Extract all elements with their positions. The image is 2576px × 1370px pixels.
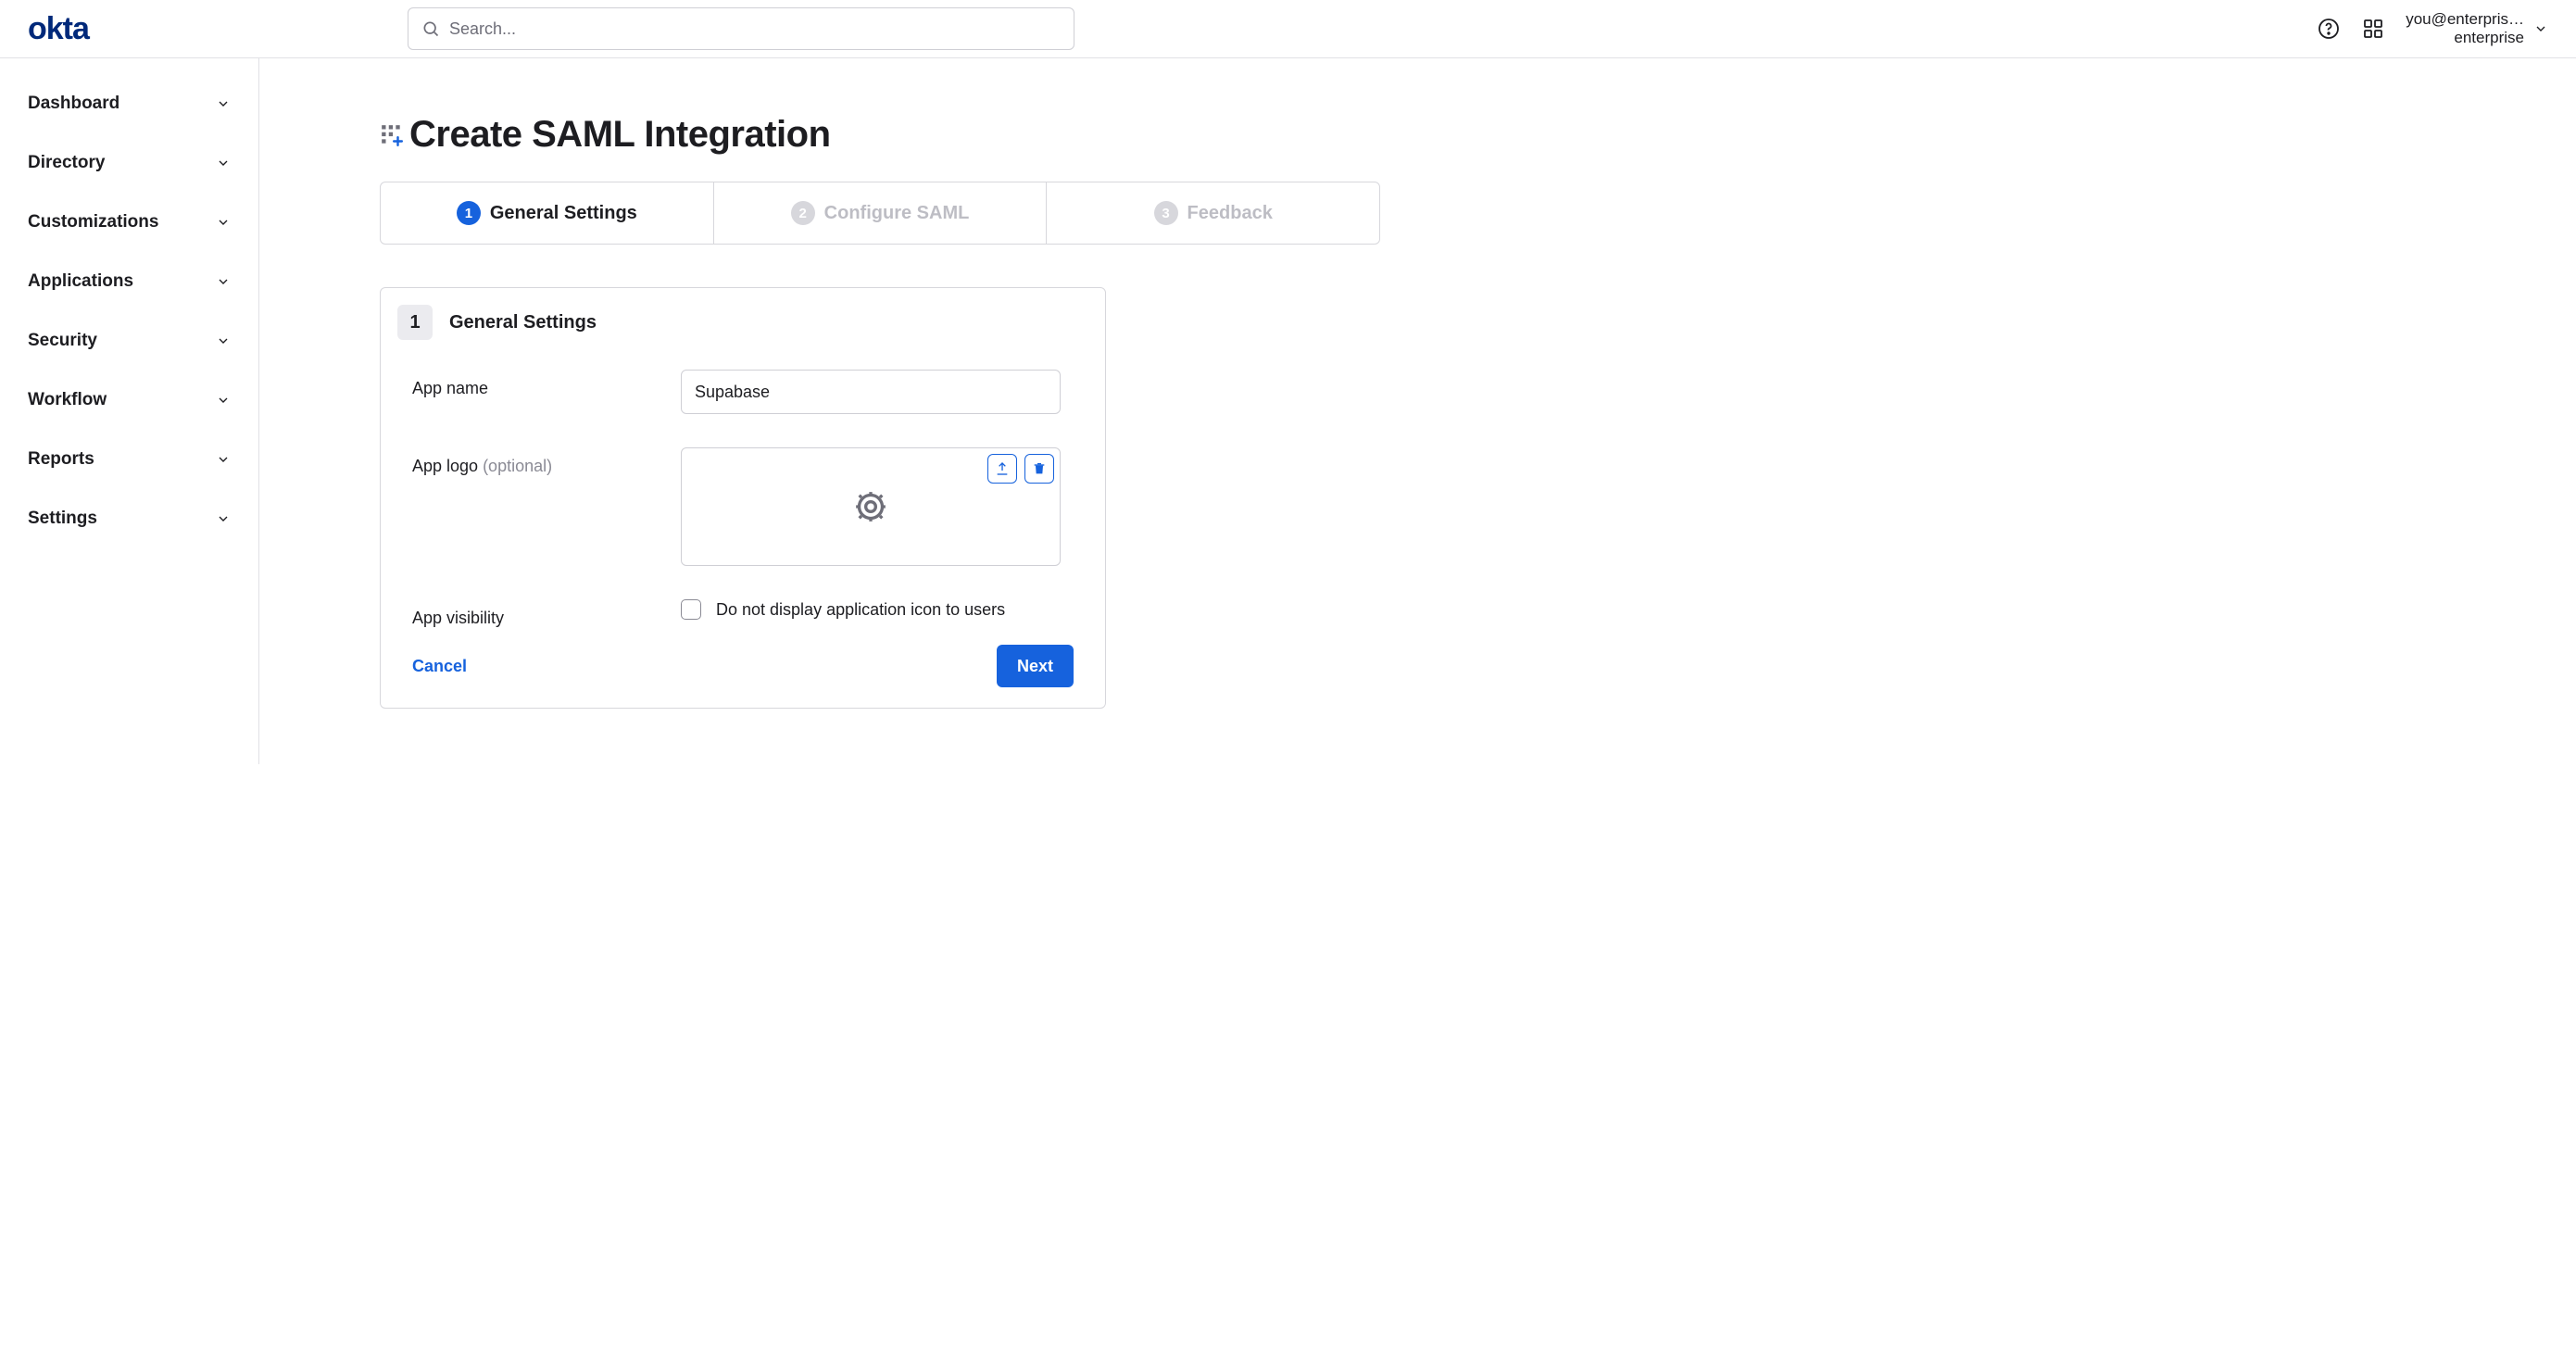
chevron-down-icon — [216, 156, 231, 170]
user-email: you@enterpris… — [2406, 10, 2524, 29]
app-logo-label: App logo (optional) — [412, 447, 681, 476]
upload-icon — [995, 461, 1010, 476]
step-number: 3 — [1154, 201, 1178, 225]
page-title: Create SAML Integration — [409, 114, 831, 156]
main-content: Create SAML Integration 1 General Settin… — [259, 58, 2576, 764]
gear-icon — [852, 488, 889, 525]
sidebar-item-security[interactable]: Security — [19, 318, 240, 364]
user-menu[interactable]: you@enterpris… enterprise — [2406, 10, 2548, 48]
step-label: General Settings — [490, 203, 637, 224]
search-container — [408, 7, 1074, 50]
step-label: Feedback — [1187, 203, 1273, 224]
trash-icon — [1032, 461, 1047, 476]
search-box[interactable] — [408, 7, 1074, 50]
chevron-down-icon — [216, 333, 231, 348]
search-icon — [421, 19, 440, 38]
delete-logo-button[interactable] — [1024, 454, 1054, 484]
wizard-steps: 1 General Settings 2 Configure SAML 3 Fe… — [380, 182, 1380, 245]
sidebar: Dashboard Directory Customizations Appli… — [0, 58, 259, 764]
app-visibility-checkbox[interactable] — [681, 599, 701, 620]
chevron-down-icon — [216, 452, 231, 467]
sidebar-item-customizations[interactable]: Customizations — [19, 199, 240, 245]
section-title: General Settings — [449, 312, 597, 333]
sidebar-item-applications[interactable]: Applications — [19, 258, 240, 305]
sidebar-item-label: Settings — [28, 509, 97, 529]
sidebar-item-label: Applications — [28, 271, 133, 292]
step-general-settings[interactable]: 1 General Settings — [381, 182, 714, 244]
chevron-down-icon — [216, 511, 231, 526]
sidebar-item-settings[interactable]: Settings — [19, 496, 240, 542]
topbar-actions: you@enterpris… enterprise — [2317, 10, 2548, 48]
step-configure-saml[interactable]: 2 Configure SAML — [714, 182, 1048, 244]
sidebar-item-label: Reports — [28, 449, 94, 470]
apps-grid-icon[interactable] — [2361, 17, 2385, 41]
sidebar-item-label: Dashboard — [28, 94, 119, 114]
app-logo-dropzone[interactable] — [681, 447, 1061, 566]
sidebar-item-directory[interactable]: Directory — [19, 140, 240, 186]
okta-logo: okta — [28, 11, 111, 47]
step-label: Configure SAML — [824, 203, 970, 224]
help-icon[interactable] — [2317, 17, 2341, 41]
chevron-down-icon — [216, 393, 231, 408]
chevron-down-icon — [216, 96, 231, 111]
sidebar-item-label: Security — [28, 331, 97, 351]
general-settings-card: 1 General Settings App name App logo (op… — [380, 287, 1106, 709]
step-number: 1 — [457, 201, 481, 225]
sidebar-item-label: Customizations — [28, 212, 158, 233]
topbar: okta you@enterpris… enterprise — [0, 0, 2576, 58]
sidebar-item-dashboard[interactable]: Dashboard — [19, 81, 240, 127]
next-button[interactable]: Next — [997, 645, 1074, 687]
user-org: enterprise — [2406, 29, 2524, 47]
sidebar-item-reports[interactable]: Reports — [19, 436, 240, 483]
section-number-badge: 1 — [397, 305, 433, 340]
app-name-input[interactable] — [681, 370, 1061, 414]
step-number: 2 — [791, 201, 815, 225]
sidebar-item-label: Directory — [28, 153, 105, 173]
sidebar-item-label: Workflow — [28, 390, 107, 410]
app-visibility-checkbox-label: Do not display application icon to users — [716, 600, 1005, 620]
app-grid-add-icon — [380, 123, 404, 147]
chevron-down-icon — [2533, 21, 2548, 36]
chevron-down-icon — [216, 274, 231, 289]
app-name-label: App name — [412, 370, 681, 398]
sidebar-item-workflow[interactable]: Workflow — [19, 377, 240, 423]
step-feedback[interactable]: 3 Feedback — [1047, 182, 1379, 244]
cancel-button[interactable]: Cancel — [412, 657, 467, 676]
chevron-down-icon — [216, 215, 231, 230]
search-input[interactable] — [449, 19, 1061, 39]
app-visibility-label: App visibility — [412, 599, 681, 628]
upload-logo-button[interactable] — [987, 454, 1017, 484]
